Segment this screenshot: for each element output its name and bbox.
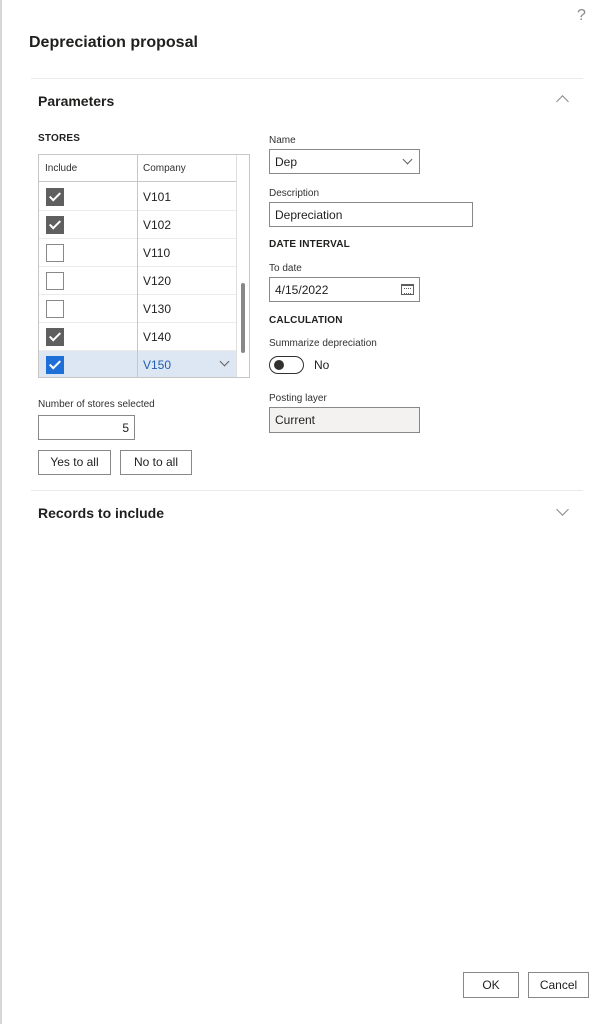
posting-layer-label: Posting layer [269, 393, 327, 404]
include-checkbox[interactable] [46, 244, 64, 262]
date-interval-heading: DATE INTERVAL [269, 239, 350, 250]
column-divider [236, 155, 237, 377]
to-date-label: To date [269, 263, 302, 274]
include-checkbox[interactable] [46, 272, 64, 290]
chevron-down-icon[interactable] [219, 356, 230, 367]
toggle-knob [274, 360, 284, 370]
include-checkbox[interactable] [46, 188, 64, 206]
column-header-company[interactable]: Company [143, 163, 186, 174]
table-row[interactable]: V130 [39, 295, 237, 323]
summarize-depreciation-label: Summarize depreciation [269, 338, 377, 349]
company-cell[interactable]: V150 [143, 358, 171, 372]
description-label: Description [269, 188, 320, 199]
chevron-down-icon[interactable] [402, 154, 413, 165]
grid-scrollbar[interactable] [241, 283, 245, 353]
name-value: Dep [275, 155, 298, 169]
dialog-title: Depreciation proposal [29, 34, 198, 51]
company-cell: V101 [143, 190, 172, 204]
yes-to-all-button[interactable]: Yes to all [38, 450, 111, 475]
chevron-down-icon[interactable] [556, 503, 569, 516]
company-cell: V120 [143, 274, 172, 288]
table-row[interactable]: V120 [39, 267, 237, 295]
include-checkbox[interactable] [46, 328, 64, 346]
help-icon[interactable]: ? [577, 7, 586, 25]
summarize-depreciation-state: No [314, 358, 330, 372]
table-row[interactable]: V102 [39, 211, 237, 239]
name-label: Name [269, 135, 296, 146]
posting-layer-value: Current [275, 413, 316, 427]
summarize-depreciation-toggle[interactable] [269, 356, 304, 374]
company-cell: V140 [143, 330, 172, 344]
company-cell: V102 [143, 218, 172, 232]
company-cell: V130 [143, 302, 172, 316]
description-value: Depreciation [275, 208, 343, 222]
divider [31, 78, 583, 79]
company-cell: V110 [143, 246, 171, 260]
description-input[interactable]: Depreciation [269, 202, 473, 227]
ok-button[interactable]: OK [463, 972, 519, 998]
stores-selected-field: 5 [38, 415, 135, 440]
table-row-selected[interactable]: V150 [39, 351, 237, 377]
include-checkbox[interactable] [46, 356, 64, 374]
to-date-input[interactable]: 4/15/2022 [269, 277, 420, 302]
stores-selected-label: Number of stores selected [38, 399, 155, 410]
stores-selected-value: 5 [122, 421, 129, 435]
posting-layer-field: Current [269, 407, 420, 433]
calculation-heading: CALCULATION [269, 315, 343, 326]
column-header-include[interactable]: Include [45, 163, 77, 174]
depreciation-proposal-dialog: ? Depreciation proposal Parameters STORE… [0, 0, 606, 1024]
stores-grid: Include Company V101 V102 V110 V120 V130… [38, 154, 250, 378]
table-row[interactable]: V140 [39, 323, 237, 351]
chevron-up-icon[interactable] [556, 95, 569, 108]
include-checkbox[interactable] [46, 300, 64, 318]
to-date-value: 4/15/2022 [275, 283, 329, 297]
include-checkbox[interactable] [46, 216, 64, 234]
column-divider [137, 155, 138, 377]
parameters-section-title[interactable]: Parameters [38, 93, 114, 109]
table-row[interactable]: V101 [39, 183, 237, 211]
divider [31, 490, 583, 491]
calendar-icon[interactable] [401, 284, 414, 295]
left-edge [0, 0, 2, 1024]
table-row[interactable]: V110 [39, 239, 237, 267]
name-dropdown[interactable]: Dep [269, 149, 420, 174]
grid-header: Include Company [39, 155, 237, 182]
cancel-button[interactable]: Cancel [528, 972, 589, 998]
records-to-include-section-title[interactable]: Records to include [38, 505, 164, 521]
stores-heading: STORES [38, 133, 81, 144]
no-to-all-button[interactable]: No to all [120, 450, 192, 475]
